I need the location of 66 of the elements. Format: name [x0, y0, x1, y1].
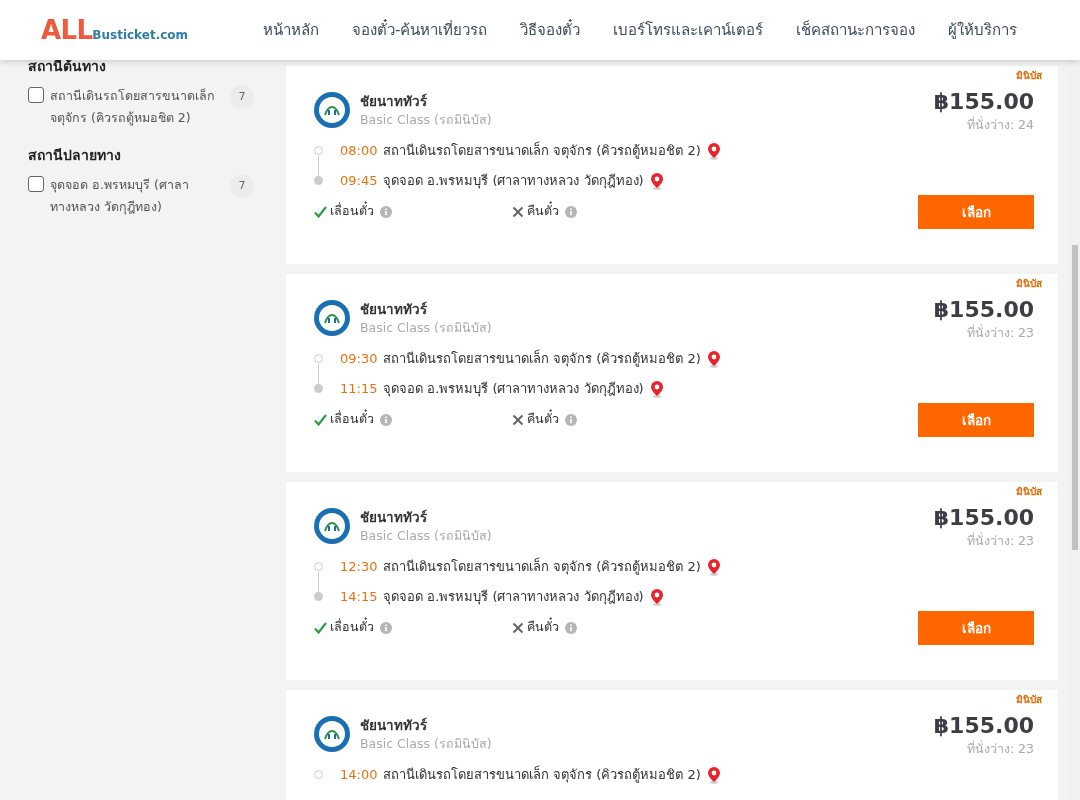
stop-name: สถานีเดินรถโดยสารขนาดเล็ก จตุจักร (คิวรถตู้หมอชิต 2) — [383, 141, 701, 161]
price: ฿155.00 — [933, 504, 1034, 532]
operator-name: ชัยนาททัวร์ — [360, 716, 428, 735]
operator-name: ชัยนาททัวร์ — [360, 508, 428, 527]
bus-class: Basic Class (รถมินิบัส) — [360, 319, 492, 337]
nav-link[interactable]: ผู้ให้บริการ — [948, 18, 1018, 42]
departure-time: 11:15 — [340, 380, 379, 398]
departure-time: 14:15 — [340, 588, 379, 606]
nav-link[interactable]: จองตั๋ว-ค้นหาเที่ยวรถ — [352, 18, 488, 42]
nav-link[interactable]: หน้าหลัก — [263, 18, 319, 42]
map-pin-icon[interactable] — [706, 349, 721, 368]
filter-option-label[interactable]: สถานีเดินรถโดยสารขนาดเล็ก จตุจักร (คิวรถตู้หมอชิต 2) — [50, 85, 222, 129]
bus-class: Basic Class (รถมินิบัส) — [360, 735, 492, 753]
stop-name: จุดจอด อ.พรหมบุรี (ศาลาทางหลวง วัดกุฎีทอง) — [383, 380, 644, 399]
policy-label: เลื่อนตั๋ว — [330, 618, 374, 637]
operator-logo — [314, 92, 350, 128]
stop-name: สถานีเดินรถโดยสารขนาดเล็ก จตุจักร (คิวรถตู้หมอชิต 2) — [383, 349, 701, 369]
filter-title: สถานีต้นทาง — [28, 57, 107, 76]
operator-logo — [314, 716, 350, 752]
checkbox[interactable] — [28, 176, 44, 192]
map-pin-icon[interactable] — [706, 141, 721, 160]
departure-time: 09:45 — [340, 172, 379, 190]
map-pin-icon[interactable] — [706, 765, 721, 784]
nav-link[interactable]: เบอร์โทรและเคาน์เตอร์ — [613, 18, 764, 42]
departure-time: 09:30 — [340, 350, 379, 368]
departure-time: 08:00 — [340, 142, 379, 160]
price: ฿155.00 — [933, 712, 1034, 740]
policy-label: คืนตั๋ว — [527, 410, 559, 429]
stop-name: จุดจอด อ.พรหมบุรี (ศาลาทางหลวง วัดกุฎีทอง) — [383, 172, 644, 191]
policy-label: คืนตั๋ว — [527, 202, 559, 221]
price: ฿155.00 — [933, 296, 1034, 324]
operator-name: ชัยนาททัวร์ — [360, 300, 428, 319]
map-pin-icon[interactable] — [649, 379, 664, 398]
policy-label: คืนตั๋ว — [527, 618, 559, 637]
seats-available: ที่นั่งว่าง: 23 — [966, 532, 1034, 550]
nav-link[interactable]: เช็คสถานะการจอง — [796, 18, 916, 42]
stop-name: สถานีเดินรถโดยสารขนาดเล็ก จตุจักร (คิวรถตู้หมอชิต 2) — [383, 765, 701, 785]
seats-available: ที่นั่งว่าง: 23 — [966, 324, 1034, 342]
filter-option-label[interactable]: จุดจอด อ.พรหมบุรี (ศาลาทางหลวง วัดกุฎีทอง) — [50, 174, 222, 218]
departure-time: 12:30 — [340, 558, 379, 576]
vehicle-tag: มินิบัส — [1016, 276, 1042, 291]
map-pin-icon[interactable] — [649, 587, 664, 606]
seats-available: ที่นั่งว่าง: 23 — [966, 740, 1034, 758]
map-pin-icon[interactable] — [649, 171, 664, 190]
policy-label: เลื่อนตั๋ว — [330, 410, 374, 429]
bus-class: Basic Class (รถมินิบัส) — [360, 527, 492, 545]
seats-available: ที่นั่งว่าง: 24 — [966, 116, 1034, 134]
logo-text[interactable]: Busticket.com — [92, 29, 189, 41]
checkbox[interactable] — [28, 87, 44, 103]
operator-logo — [314, 508, 350, 544]
vehicle-tag: มินิบัส — [1016, 692, 1042, 707]
map-pin-icon[interactable] — [706, 557, 721, 576]
operator-name: ชัยนาททัวร์ — [360, 92, 428, 111]
stop-name: สถานีเดินรถโดยสารขนาดเล็ก จตุจักร (คิวรถตู้หมอชิต 2) — [383, 557, 701, 577]
departure-time: 14:00 — [340, 766, 379, 784]
count-badge: 7 — [230, 174, 254, 198]
stop-name: จุดจอด อ.พรหมบุรี (ศาลาทางหลวง วัดกุฎีทอง) — [383, 588, 644, 607]
operator-logo — [314, 300, 350, 336]
count-badge: 7 — [230, 85, 254, 109]
price: ฿155.00 — [933, 88, 1034, 116]
nav-link[interactable]: วิธีจองตั๋ว — [520, 18, 581, 42]
filter-title: สถานีปลายทาง — [28, 146, 122, 165]
policy-label: เลื่อนตั๋ว — [330, 202, 374, 221]
bus-class: Basic Class (รถมินิบัส) — [360, 111, 492, 129]
vehicle-tag: มินิบัส — [1016, 68, 1042, 83]
vehicle-tag: มินิบัส — [1016, 484, 1042, 499]
